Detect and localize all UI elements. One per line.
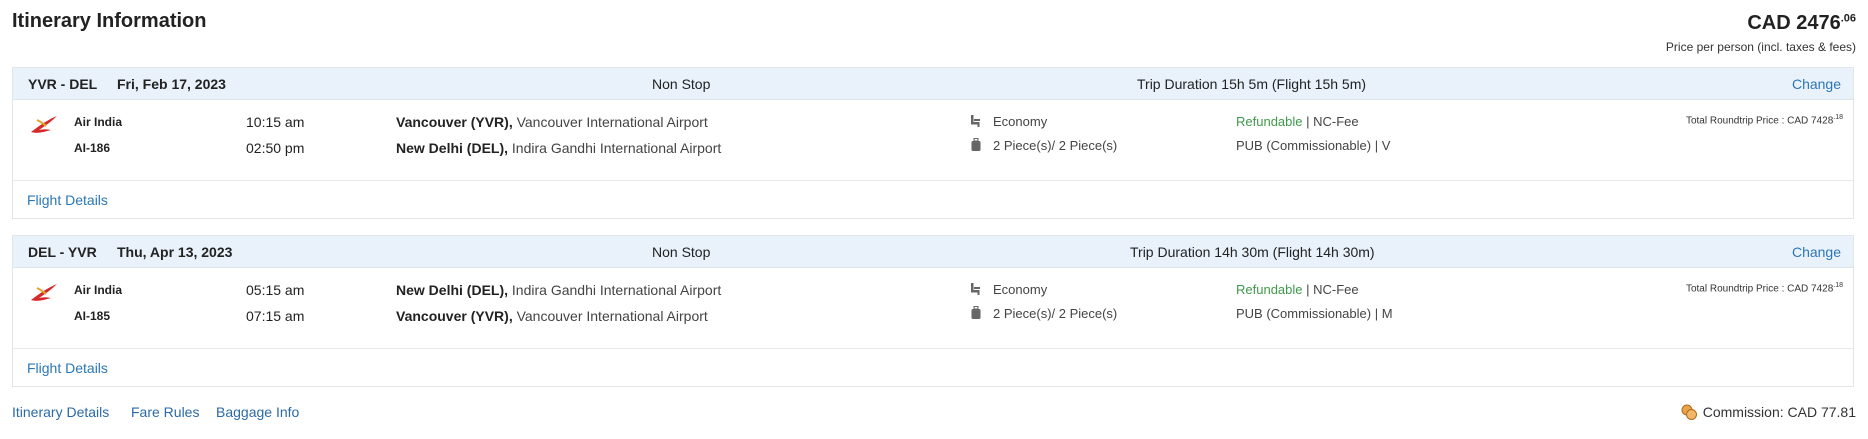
baggage-allowance: 2 Piece(s)/ 2 Piece(s) [993,138,1118,153]
fee-code: NC-Fee [1313,282,1359,297]
airline-name: Air India [74,115,123,129]
to-city: Vancouver (YVR), [396,308,513,324]
fare-type: PUB (Commissionable) [1236,138,1372,153]
segment-header: YVR - DEL Fri, Feb 17, 2023 Non Stop Tri… [13,68,1853,100]
fee-code: NC-Fee [1313,114,1359,129]
depart-time: 05:15 am [246,282,305,298]
fare-conditions: Refundable | NC-Fee [1236,114,1359,129]
from-airport: Indira Gandhi International Airport [511,282,722,298]
page-title: Itinerary Information [12,10,207,32]
from-airport: Vancouver International Airport [516,114,708,130]
segment-card-outbound: YVR - DEL Fri, Feb 17, 2023 Non Stop Tri… [12,67,1854,219]
trip-duration: Trip Duration 15h 5m (Flight 15h 5m) [1137,76,1367,92]
flight-number: AI-186 [74,141,111,155]
total-roundtrip-price: Total Roundtrip Price : CAD 7428.18 [1686,114,1843,126]
to-city: New Delhi (DEL), [396,140,509,156]
refundable-status: Refundable [1236,282,1303,297]
air-india-logo [31,116,57,133]
total-roundtrip-price: Total Roundtrip Price : CAD 7428.18 [1686,282,1843,294]
seat-icon [971,283,980,295]
fare-type-info: PUB (Commissionable) | V [1236,138,1391,153]
fare-type: PUB (Commissionable) [1236,306,1372,321]
fare-conditions: Refundable | NC-Fee [1236,282,1359,297]
air-india-logo [31,284,57,301]
baggage-info-link[interactable]: Baggage Info [216,404,299,420]
luggage-icon [971,138,981,151]
total-price-cents: .18 [1833,282,1843,289]
fare-type-info: PUB (Commissionable) | M [1236,306,1393,321]
depart-time: 10:15 am [246,114,305,130]
luggage-icon [971,306,981,319]
route: YVR - DEL [28,76,98,92]
price-amount: CAD 2476 [1747,12,1841,34]
to-airport: Indira Gandhi International Airport [511,140,722,156]
itinerary-details-link[interactable]: Itinerary Details [12,404,109,420]
booking-class: M [1381,306,1393,321]
baggage-allowance: 2 Piece(s)/ 2 Piece(s) [993,306,1118,321]
seat-icon [971,115,980,127]
coins-icon [1681,404,1697,420]
flight-details-link[interactable]: Flight Details [27,192,108,208]
price-per-person: CAD 2476.06 [1747,12,1856,35]
departure-location: Vancouver (YVR), Vancouver International… [396,114,708,130]
arrive-time: 07:15 am [246,308,305,324]
refundable-status: Refundable [1236,114,1303,129]
commission-info: Commission: CAD 77.81 [1681,404,1856,420]
route: DEL - YVR [28,244,97,260]
arrival-location: New Delhi (DEL), Indira Gandhi Internati… [396,140,721,156]
flight-details-link[interactable]: Flight Details [27,360,108,376]
price-cents: .06 [1840,12,1856,25]
travel-date: Fri, Feb 17, 2023 [117,76,226,92]
travel-date: Thu, Apr 13, 2023 [117,244,233,260]
change-link[interactable]: Change [1792,76,1841,92]
cabin-class: Economy [993,282,1048,297]
price-note: Price per person (incl. taxes & fees) [1665,40,1856,54]
from-city: New Delhi (DEL), [396,282,509,298]
total-price-amount: Total Roundtrip Price : CAD 7428 [1685,283,1834,295]
trip-duration: Trip Duration 14h 30m (Flight 14h 30m) [1130,244,1375,260]
divider [13,180,1853,181]
divider [13,348,1853,349]
total-price-cents: .18 [1833,114,1843,121]
from-city: Vancouver (YVR), [396,114,513,130]
stops: Non Stop [652,76,711,92]
airline-name: Air India [74,283,123,297]
arrival-location: Vancouver (YVR), Vancouver International… [396,308,708,324]
arrive-time: 02:50 pm [246,140,305,156]
to-airport: Vancouver International Airport [516,308,708,324]
commission-amount: Commission: CAD 77.81 [1702,404,1856,420]
departure-location: New Delhi (DEL), Indira Gandhi Internati… [396,282,721,298]
stops: Non Stop [652,244,711,260]
segment-card-return: DEL - YVR Thu, Apr 13, 2023 Non Stop Tri… [12,235,1854,387]
fare-rules-link[interactable]: Fare Rules [131,404,199,420]
total-price-amount: Total Roundtrip Price : CAD 7428 [1685,115,1834,127]
change-link[interactable]: Change [1792,244,1841,260]
cabin-class: Economy [993,114,1048,129]
segment-header: DEL - YVR Thu, Apr 13, 2023 Non Stop Tri… [13,236,1853,268]
flight-number: AI-185 [74,309,111,323]
booking-class: V [1381,138,1391,153]
